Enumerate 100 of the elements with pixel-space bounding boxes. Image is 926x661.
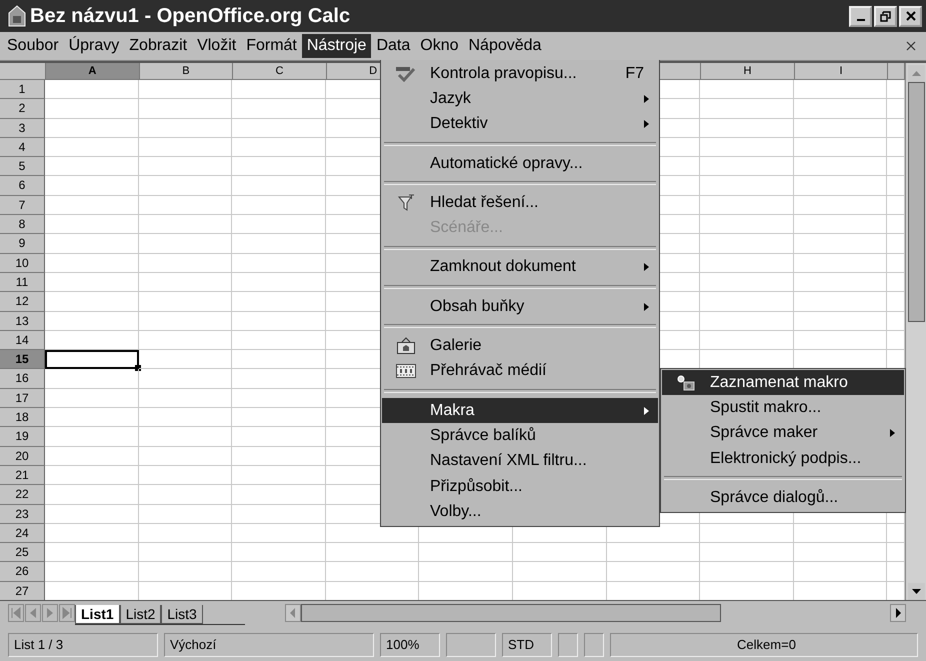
sheet-cell[interactable] — [232, 543, 326, 562]
sheet-cell[interactable] — [232, 350, 326, 370]
sheet-cell[interactable] — [700, 176, 794, 196]
sheet-cell[interactable] — [138, 446, 232, 466]
menu-item[interactable]: Hledat řešení... — [382, 190, 658, 216]
sheet-cell[interactable] — [512, 543, 607, 562]
sheet-cell[interactable] — [138, 215, 232, 234]
sheet-cell[interactable] — [232, 138, 326, 158]
sheet-cell[interactable] — [326, 543, 420, 562]
row-header[interactable]: 17 — [0, 388, 45, 408]
row-header[interactable]: 22 — [0, 485, 45, 505]
sheet-cell[interactable] — [794, 234, 888, 254]
sheet-cell[interactable] — [138, 485, 232, 505]
row-header[interactable]: 14 — [0, 330, 45, 350]
sheet-cell[interactable] — [419, 543, 513, 562]
menu-item[interactable]: Makra — [382, 398, 658, 424]
row-header[interactable]: 8 — [0, 215, 45, 234]
sheet-cell[interactable] — [45, 157, 139, 176]
sheet-cell[interactable] — [232, 524, 326, 544]
menu-item[interactable]: Správce dialogů... — [662, 485, 904, 510]
sheet-cell[interactable] — [45, 254, 139, 273]
menu-item[interactable]: Obsah buňky — [382, 294, 658, 320]
menu-item[interactable]: Galerie — [382, 333, 658, 359]
sheet-cell[interactable] — [45, 504, 139, 524]
sheet-cell[interactable] — [512, 562, 607, 582]
column-header[interactable] — [888, 63, 905, 80]
sheet-cell[interactable] — [45, 466, 139, 486]
sheet-cell[interactable] — [45, 118, 139, 138]
sheet-cell[interactable] — [232, 176, 326, 196]
menu-item[interactable]: Přehrávač médií — [382, 358, 658, 384]
sheet-cell[interactable] — [138, 254, 232, 273]
sheet-cell[interactable] — [794, 543, 888, 562]
sheet-cell[interactable] — [138, 138, 232, 158]
sheet-cell[interactable] — [232, 292, 326, 312]
next-sheet-icon[interactable] — [42, 604, 58, 622]
sheet-cell[interactable] — [794, 524, 888, 544]
sheet-cell[interactable] — [700, 312, 794, 331]
sheet-cell[interactable] — [700, 234, 794, 254]
sheet-cell[interactable] — [700, 330, 794, 350]
sheet-cell[interactable] — [606, 543, 700, 562]
scroll-left-icon[interactable] — [285, 604, 301, 622]
scroll-thumb[interactable] — [908, 82, 924, 322]
row-header[interactable]: 21 — [0, 466, 45, 486]
sheet-cell[interactable] — [138, 80, 232, 100]
menu-item[interactable]: Okno — [415, 34, 464, 58]
column-header[interactable]: I — [794, 63, 888, 80]
sheet-cell[interactable] — [232, 485, 326, 505]
sheet-cell[interactable] — [45, 99, 139, 119]
menu-item[interactable]: Data — [371, 34, 416, 58]
sheet-cell[interactable] — [45, 543, 139, 562]
sheet-cell[interactable] — [794, 215, 888, 234]
sheet-cell[interactable] — [138, 562, 232, 582]
sheet-cell[interactable] — [232, 466, 326, 486]
menu-item[interactable]: Soubor — [2, 34, 64, 58]
sheet-cell[interactable] — [232, 446, 326, 466]
sheet-cell[interactable] — [232, 254, 326, 273]
sheet-cell[interactable] — [138, 369, 232, 389]
sheet-cell[interactable] — [45, 369, 139, 389]
sheet-cell[interactable] — [138, 504, 232, 524]
menu-item[interactable]: Správce maker — [662, 420, 904, 446]
sheet-cell[interactable] — [45, 234, 139, 254]
menu-item[interactable]: Nápověda — [464, 34, 546, 58]
sheet-cell[interactable] — [700, 524, 794, 544]
sheet-cell[interactable] — [700, 292, 794, 312]
sheet-cell[interactable] — [45, 138, 139, 158]
row-header[interactable]: 19 — [0, 427, 45, 447]
horizontal-scrollbar[interactable] — [285, 603, 906, 623]
last-sheet-icon[interactable] — [59, 604, 75, 622]
first-sheet-icon[interactable] — [8, 604, 24, 622]
row-header[interactable]: 1 — [0, 80, 45, 100]
row-header[interactable]: 24 — [0, 524, 45, 544]
sheet-cell[interactable] — [794, 254, 888, 273]
menu-item[interactable]: Zobrazit — [124, 34, 192, 58]
sheet-cell[interactable] — [232, 427, 326, 447]
row-header[interactable]: 5 — [0, 157, 45, 176]
menu-item[interactable]: Automatické opravy... — [382, 150, 658, 176]
sheet-cell[interactable] — [700, 138, 794, 158]
sheet-cell[interactable] — [700, 196, 794, 216]
column-header[interactable]: H — [701, 63, 795, 80]
row-header[interactable]: 16 — [0, 369, 45, 389]
close-icon[interactable] — [906, 41, 916, 51]
sheet-cell[interactable] — [138, 157, 232, 176]
menu-item[interactable]: Úpravy — [64, 34, 124, 58]
sheet-cell[interactable] — [138, 118, 232, 138]
sheet-cell[interactable] — [138, 524, 232, 544]
menu-item[interactable]: Volby... — [382, 499, 658, 524]
sheet-cell[interactable] — [45, 176, 139, 196]
sheet-cell[interactable] — [138, 272, 232, 292]
sheet-cell[interactable] — [606, 562, 700, 582]
sheet-cell[interactable] — [232, 99, 326, 119]
sheet-cell[interactable] — [138, 408, 232, 428]
sheet-cell[interactable] — [232, 215, 326, 234]
sheet-cell[interactable] — [326, 562, 420, 582]
sheet-cell[interactable] — [794, 196, 888, 216]
column-header[interactable]: B — [140, 63, 234, 80]
sheet-tab[interactable]: List1 — [75, 604, 120, 624]
sheet-cell[interactable] — [45, 524, 139, 544]
corner-header[interactable] — [0, 63, 46, 80]
sheet-cell[interactable] — [700, 215, 794, 234]
row-header[interactable]: 10 — [0, 254, 45, 273]
